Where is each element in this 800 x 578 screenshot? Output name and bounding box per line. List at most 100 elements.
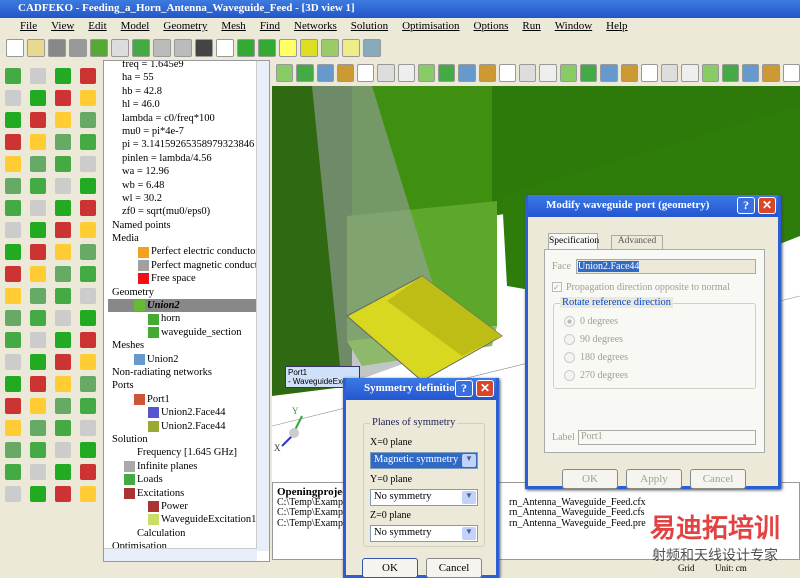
palette-tool-icon[interactable] — [80, 486, 96, 502]
help-pointer-icon[interactable] — [195, 39, 213, 57]
palette-tool-icon[interactable] — [30, 68, 46, 84]
palette-tool-icon[interactable] — [5, 112, 21, 128]
palette-tool-icon[interactable] — [55, 134, 71, 150]
palette-tool-icon[interactable] — [5, 398, 21, 414]
palette-tool-icon[interactable] — [55, 442, 71, 458]
menu-optimisation[interactable]: Optimisation — [402, 20, 459, 36]
view-tool-icon[interactable] — [417, 64, 436, 82]
palette-tool-icon[interactable] — [30, 178, 46, 194]
palette-tool-icon[interactable] — [80, 222, 96, 238]
palette-tool-icon[interactable] — [80, 332, 96, 348]
notes-icon[interactable] — [111, 39, 129, 57]
view-tool-icon[interactable] — [478, 64, 496, 82]
view-tool-icon[interactable] — [661, 64, 679, 82]
cube-shaded-icon[interactable] — [321, 39, 339, 57]
tree-vertical-scrollbar[interactable] — [256, 61, 269, 551]
palette-tool-icon[interactable] — [80, 464, 96, 480]
palette-tool-icon[interactable] — [5, 376, 21, 392]
tree-variable[interactable]: pi = 3.14159265358979323846 — [108, 138, 269, 151]
palette-tool-icon[interactable] — [55, 486, 71, 502]
palette-tool-icon[interactable] — [30, 244, 46, 260]
tree-horizontal-scrollbar[interactable] — [104, 548, 257, 561]
close-button[interactable]: ✕ — [758, 197, 776, 214]
palette-tool-icon[interactable] — [55, 266, 71, 282]
tree-media[interactable]: Media — [108, 232, 269, 245]
ok-button[interactable]: OK — [562, 469, 618, 489]
cancel-button[interactable]: Cancel — [426, 558, 482, 578]
palette-tool-icon[interactable] — [30, 134, 46, 150]
palette-tool-icon[interactable] — [55, 310, 71, 326]
tree-geometry-part[interactable]: waveguide_section — [108, 326, 269, 339]
menu-solution[interactable]: Solution — [351, 20, 388, 36]
palette-tool-icon[interactable] — [80, 244, 96, 260]
ok-button[interactable]: OK — [362, 558, 418, 578]
help-button[interactable]: ? — [737, 197, 755, 214]
palette-tool-icon[interactable] — [30, 222, 46, 238]
view-tool-icon[interactable] — [377, 64, 395, 82]
tree-mesh[interactable]: Union2 — [108, 353, 269, 366]
palette-tool-icon[interactable] — [80, 310, 96, 326]
palette-tool-icon[interactable] — [55, 354, 71, 370]
cube-wire-icon[interactable] — [342, 39, 360, 57]
face-field[interactable]: Union2.Face44 — [576, 259, 756, 274]
menu-geometry[interactable]: Geometry — [163, 20, 207, 36]
help-button[interactable]: ? — [455, 380, 473, 397]
tree-ports[interactable]: Ports — [108, 379, 269, 392]
tree-variable[interactable]: hb = 42.8 — [108, 85, 269, 98]
tree-variable[interactable]: ha = 55 — [108, 71, 269, 84]
close-button[interactable]: ✕ — [476, 380, 494, 397]
view-tool-icon[interactable] — [458, 64, 476, 82]
tree-infinite_planes[interactable]: Infinite planes — [108, 460, 269, 473]
palette-tool-icon[interactable] — [5, 200, 21, 216]
tree-port-face[interactable]: Union2.Face44 — [108, 420, 269, 433]
view-tool-icon[interactable] — [620, 64, 638, 82]
menu-mesh[interactable]: Mesh — [221, 20, 245, 36]
menu-networks[interactable]: Networks — [294, 20, 337, 36]
menu-help[interactable]: Help — [606, 20, 627, 36]
palette-tool-icon[interactable] — [5, 310, 21, 326]
palette-tool-icon[interactable] — [30, 398, 46, 414]
palette-tool-icon[interactable] — [80, 134, 96, 150]
palette-tool-icon[interactable] — [30, 310, 46, 326]
print-icon[interactable] — [69, 39, 87, 57]
palette-tool-icon[interactable] — [5, 266, 21, 282]
view-tool-icon[interactable] — [316, 64, 334, 82]
tree-solution[interactable]: Solution — [108, 433, 269, 446]
z-plane-select[interactable]: No symmetry ▼ — [370, 525, 478, 542]
tree-waveguide-excitation[interactable]: WaveguideExcitation1 — [108, 513, 269, 526]
y-plane-select[interactable]: No symmetry ▼ — [370, 489, 478, 506]
palette-tool-icon[interactable] — [5, 442, 21, 458]
view-tool-icon[interactable] — [276, 64, 294, 82]
view-tool-icon[interactable] — [498, 64, 517, 82]
palette-tool-icon[interactable] — [80, 156, 96, 172]
palette-tool-icon[interactable] — [55, 68, 71, 84]
view-tool-icon[interactable] — [721, 64, 740, 82]
view-tool-icon[interactable] — [579, 64, 598, 82]
palette-tool-icon[interactable] — [55, 90, 71, 106]
tree-variable[interactable]: hl = 46.0 — [108, 98, 269, 111]
palette-tool-icon[interactable] — [30, 90, 46, 106]
palette-tool-icon[interactable] — [30, 420, 46, 436]
palette-tool-icon[interactable] — [80, 354, 96, 370]
view-tool-icon[interactable] — [438, 64, 456, 82]
view-tool-icon[interactable] — [762, 64, 780, 82]
tree-calculation[interactable]: Calculation — [108, 527, 269, 540]
tree-union2[interactable]: Union2 — [108, 299, 269, 313]
palette-tool-icon[interactable] — [30, 112, 46, 128]
tree-medium[interactable]: Perfect magnetic conductor — [108, 259, 269, 272]
tab-specification[interactable]: Specification — [548, 233, 599, 249]
menu-model[interactable]: Model — [121, 20, 150, 36]
menu-view[interactable]: View — [51, 20, 74, 36]
camera-icon[interactable] — [90, 39, 108, 57]
palette-tool-icon[interactable] — [5, 354, 21, 370]
label-field[interactable]: Port1 — [578, 430, 756, 445]
palette-tool-icon[interactable] — [55, 222, 71, 238]
palette-tool-icon[interactable] — [30, 156, 46, 172]
palette-tool-icon[interactable] — [80, 112, 96, 128]
tree-variable[interactable]: lambda = c0/freq*100 — [108, 112, 269, 125]
tree-medium[interactable]: Perfect electric conductor — [108, 245, 269, 258]
tree-loads[interactable]: Loads — [108, 473, 269, 486]
palette-tool-icon[interactable] — [30, 288, 46, 304]
palette-tool-icon[interactable] — [30, 486, 46, 502]
view-tool-icon[interactable] — [296, 64, 314, 82]
